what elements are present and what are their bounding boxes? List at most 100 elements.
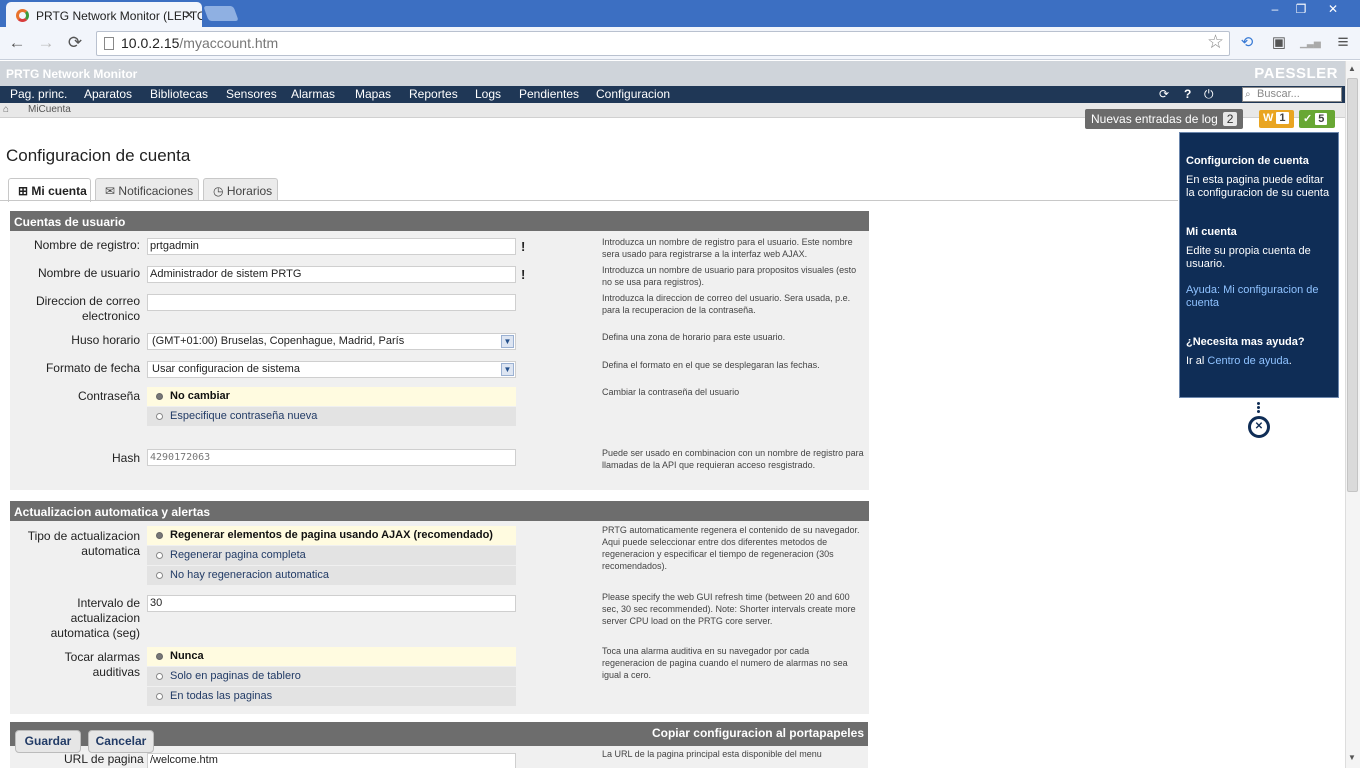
- email-help: Introduzca la direccion de correo del us…: [602, 293, 851, 315]
- user-accounts-section: Cuentas de usuario Nombre de registro: p…: [10, 211, 869, 490]
- breadcrumb-current[interactable]: MiCuenta: [28, 104, 71, 115]
- account-icon: ⊞: [18, 184, 29, 198]
- address-bar[interactable]: 10.0.2.15/myaccount.htm ☆: [96, 31, 1230, 56]
- radio-label: Especifique contraseña nueva: [170, 410, 318, 422]
- refresh-interval-input[interactable]: 30: [147, 595, 516, 612]
- tab-label: Horarios: [226, 184, 273, 198]
- nav-reports[interactable]: Reportes: [409, 87, 458, 101]
- app-title: PRTG Network Monitor: [6, 67, 138, 81]
- warning-count: 1: [1276, 112, 1289, 124]
- nav-pending[interactable]: Pendientes: [519, 87, 579, 101]
- copy-settings-link[interactable]: Copiar configuracion al portapapeles: [652, 726, 864, 740]
- ok-badge[interactable]: ✓ 5: [1299, 110, 1335, 128]
- bookmark-star-icon[interactable]: ☆: [1207, 31, 1224, 54]
- minimize-button[interactable]: –: [1262, 1, 1288, 17]
- close-icon[interactable]: ✕: [1248, 416, 1270, 438]
- browser-menu-icon[interactable]: ≡: [1333, 33, 1353, 53]
- audible-alarm-label: Tocar alarmas auditivas: [64, 650, 140, 679]
- nav-devices[interactable]: Aparatos: [84, 87, 132, 101]
- alarm-all-pages-radio[interactable]: En todas las paginas: [147, 687, 516, 706]
- scroll-up-icon[interactable]: ▲: [1348, 64, 1356, 73]
- back-icon[interactable]: ←: [6, 32, 28, 54]
- hash-help: Puede ser usado en combinacion con un no…: [602, 448, 864, 470]
- nav-libraries[interactable]: Bibliotecas: [150, 87, 208, 101]
- date-format-value: Usar configuracion de sistema: [152, 363, 300, 375]
- hash-label: Hash: [111, 451, 140, 465]
- tab-schedules[interactable]: ◷ Horarios: [203, 178, 278, 201]
- help-panel: Configurcion de cuenta En esta pagina pu…: [1179, 132, 1339, 398]
- nav-configuration[interactable]: Configuracion: [596, 87, 670, 101]
- tab-notifications[interactable]: ✉ Notificaciones: [95, 178, 199, 201]
- auto-refresh-section: Actualizacion automatica y alertas Tipo …: [10, 501, 869, 714]
- extension-camera-icon[interactable]: ▣: [1269, 33, 1289, 53]
- cancel-button[interactable]: Cancelar: [88, 730, 154, 753]
- refresh-full-page-radio[interactable]: Regenerar pagina completa: [147, 546, 516, 565]
- chevron-down-icon: ▼: [501, 363, 514, 376]
- new-tab-button[interactable]: [203, 6, 239, 21]
- login-name-input[interactable]: prtgadmin: [147, 238, 516, 255]
- radio-label: Regenerar elementos de pagina usando AJA…: [170, 529, 493, 541]
- warning-badge[interactable]: W1: [1259, 110, 1294, 128]
- scrollbar-thumb[interactable]: [1347, 78, 1358, 492]
- nav-logs[interactable]: Logs: [475, 87, 501, 101]
- refresh-ajax-radio[interactable]: Regenerar elementos de pagina usando AJA…: [147, 526, 516, 545]
- extension-signal-icon[interactable]: ▁▃▅: [1300, 33, 1321, 53]
- tab-my-account[interactable]: ⊞ Mi cuenta: [8, 178, 91, 202]
- audible-alarm-help: Toca una alarma auditiva en su navegador…: [602, 646, 848, 680]
- password-new-radio[interactable]: Especifique contraseña nueva: [147, 407, 516, 426]
- nav-home[interactable]: Pag. princ.: [10, 87, 67, 101]
- reload-icon[interactable]: ⟳: [64, 32, 86, 54]
- logout-icon[interactable]: ⏻: [1204, 87, 1214, 102]
- date-format-select[interactable]: Usar configuracion de sistema ▼: [147, 361, 516, 378]
- timezone-help: Defina una zona de horario para este usu…: [602, 332, 786, 342]
- save-button[interactable]: Guardar: [15, 730, 81, 753]
- help-section-title: Mi cuenta: [1186, 226, 1237, 238]
- login-name-label: Nombre de registro:: [33, 238, 140, 252]
- nav-alarms[interactable]: Alarmas: [291, 87, 335, 101]
- radio-label: Solo en paginas de tablero: [170, 670, 301, 682]
- new-log-entries-badge[interactable]: Nuevas entradas de log 2: [1085, 109, 1244, 129]
- username-input[interactable]: Administrador de sistem PRTG: [147, 266, 516, 283]
- username-help: Introduzca un nombre de usuario para pro…: [602, 265, 857, 287]
- paessler-logo[interactable]: PAESSLER: [1254, 65, 1338, 82]
- radio-label: Nunca: [170, 650, 204, 662]
- email-input[interactable]: [147, 294, 516, 311]
- tab-close-icon[interactable]: ✕: [184, 8, 194, 22]
- search-input[interactable]: ⌕ Buscar...: [1242, 87, 1342, 102]
- help-connector: [1257, 402, 1261, 414]
- chevron-down-icon: ▼: [501, 335, 514, 348]
- extension-sync-icon[interactable]: ⟲: [1237, 33, 1257, 53]
- radio-label: En todas las paginas: [170, 690, 273, 702]
- timezone-select[interactable]: (GMT+01:00) Bruselas, Copenhague, Madrid…: [147, 333, 516, 350]
- forward-icon[interactable]: →: [35, 32, 57, 54]
- password-keep-radio[interactable]: No cambiar: [147, 387, 516, 406]
- radio-dot-icon: [156, 693, 163, 700]
- log-label: Nuevas entradas de log: [1091, 112, 1218, 126]
- help-center-link[interactable]: Centro de ayuda: [1207, 355, 1288, 367]
- browser-tab[interactable]: PRTG Network Monitor (LEPTO ✕: [6, 2, 202, 27]
- window-close-button[interactable]: ✕: [1320, 1, 1346, 17]
- start-page-input[interactable]: /welcome.htm: [147, 753, 516, 768]
- radio-dot-icon: [156, 572, 163, 579]
- refresh-interval-help: Please specify the web GUI refresh time …: [602, 592, 856, 626]
- refresh-icon[interactable]: ⟳: [1159, 87, 1169, 101]
- help-icon[interactable]: ?: [1184, 87, 1191, 101]
- timezone-label: Huso horario: [71, 333, 140, 347]
- home-icon[interactable]: ⌂: [3, 104, 9, 115]
- log-count: 2: [1222, 112, 1238, 126]
- browser-toolbar: ← → ⟳ 10.0.2.15/myaccount.htm ☆ ⟲ ▣ ▁▃▅ …: [0, 27, 1360, 60]
- scroll-down-icon[interactable]: ▼: [1348, 753, 1356, 762]
- nav-maps[interactable]: Mapas: [355, 87, 391, 101]
- refresh-none-radio[interactable]: No hay regeneracion automatica: [147, 566, 516, 585]
- url-host: 10.0.2.15: [121, 35, 180, 51]
- section-heading: Actualizacion automatica y alertas: [10, 501, 869, 521]
- alarm-never-radio[interactable]: Nunca: [147, 647, 516, 666]
- prtg-favicon-icon: [16, 9, 29, 22]
- restore-button[interactable]: ❐: [1288, 1, 1314, 17]
- help-link[interactable]: Ayuda: Mi configuracion de cuenta: [1186, 284, 1319, 309]
- nav-sensors[interactable]: Sensores: [226, 87, 277, 101]
- radio-dot-icon: [156, 532, 163, 539]
- alarm-dashboard-radio[interactable]: Solo en paginas de tablero: [147, 667, 516, 686]
- help-intro: En esta pagina puede editar la configura…: [1186, 174, 1330, 199]
- clock-icon: ◷: [213, 184, 224, 198]
